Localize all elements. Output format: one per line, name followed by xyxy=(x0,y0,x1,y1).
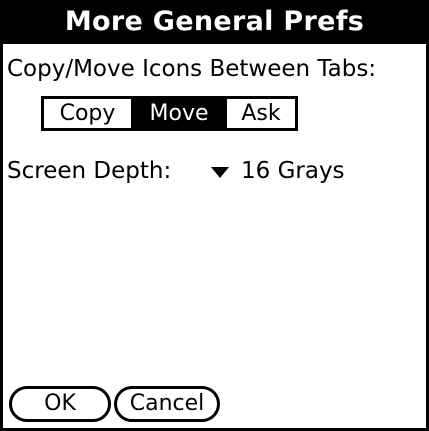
copy-option-button[interactable]: Copy xyxy=(44,99,134,128)
more-general-prefs-dialog: More General Prefs Copy/Move Icons Betwe… xyxy=(0,0,429,431)
screen-depth-label: Screen Depth: xyxy=(7,158,172,184)
triangle-down-icon xyxy=(211,166,229,178)
copy-move-label: Copy/Move Icons Between Tabs: xyxy=(7,56,377,82)
dialog-title: More General Prefs xyxy=(3,0,426,44)
cancel-button[interactable]: Cancel xyxy=(114,386,220,422)
screen-depth-value: 16 Grays xyxy=(241,158,345,184)
screen-depth-popup-trigger[interactable]: 16 Grays xyxy=(211,157,345,185)
ask-option-button[interactable]: Ask xyxy=(224,99,295,128)
move-option-button[interactable]: Move xyxy=(134,99,224,128)
copy-move-segmented-control: Copy Move Ask xyxy=(41,96,298,131)
ok-button[interactable]: OK xyxy=(9,386,111,422)
